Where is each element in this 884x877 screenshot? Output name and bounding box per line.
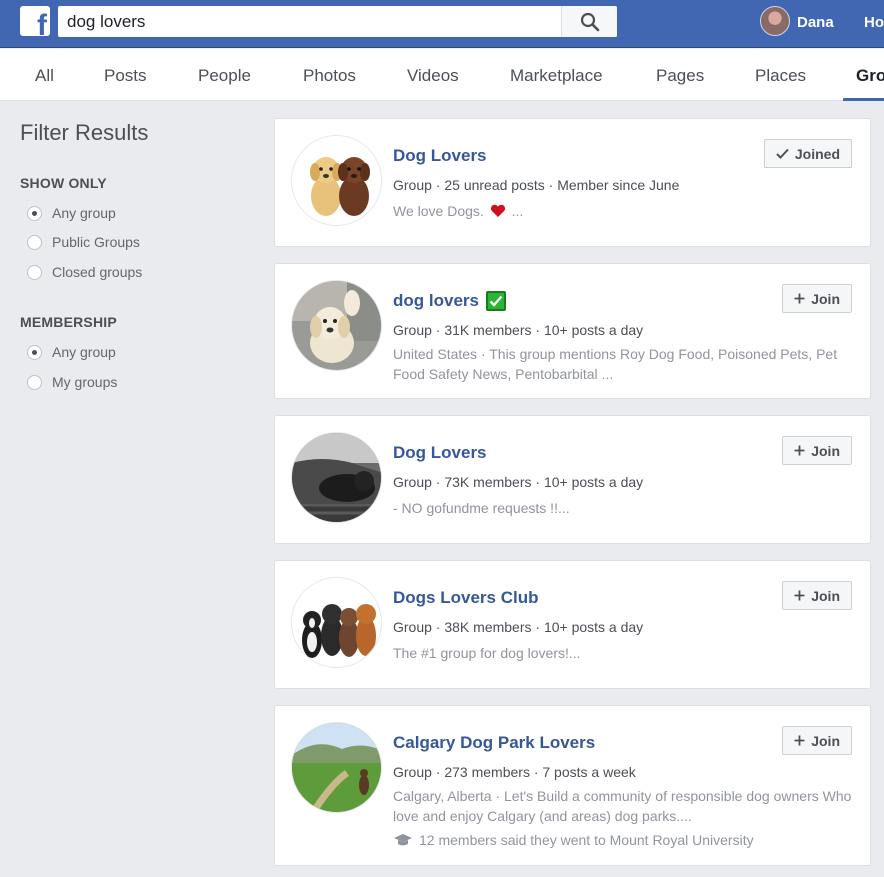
group-description: United States · This group mentions Roy … <box>393 346 838 382</box>
mutual-info: 12 members said they went to Mount Royal… <box>393 832 754 848</box>
group-name-link[interactable]: Calgary Dog Park Lovers <box>393 733 595 753</box>
group-result-card: Calgary Dog Park Lovers Group · 273 memb… <box>274 705 871 866</box>
facebook-logo-icon[interactable]: f <box>20 6 50 36</box>
radio-button[interactable] <box>27 205 42 221</box>
join-button[interactable]: Join <box>782 726 852 755</box>
radio-button[interactable] <box>27 374 42 390</box>
join-button[interactable]: Join <box>782 581 852 610</box>
group-name-link[interactable]: Dog Lovers <box>393 443 487 463</box>
graduation-cap-icon <box>394 834 412 846</box>
show-only-heading: SHOW ONLY <box>20 175 107 191</box>
filter-closed-groups[interactable]: Closed groups <box>27 263 142 281</box>
group-name-link[interactable]: Dogs Lovers Club <box>393 588 538 608</box>
group-result-card: Dogs Lovers Club Group · 38K members · 1… <box>274 560 871 689</box>
tab-marketplace[interactable]: Marketplace <box>510 66 603 86</box>
join-button[interactable]: Join <box>782 284 852 313</box>
filter-results-title: Filter Results <box>20 120 149 145</box>
group-description: Calgary, Alberta · Let's Build a communi… <box>393 788 852 824</box>
radio-label: My groups <box>52 374 118 390</box>
radio-label: Any group <box>52 205 116 221</box>
group-photo[interactable] <box>291 577 382 668</box>
group-description: We love Dogs. ... <box>393 203 524 219</box>
group-meta: Group · 273 members · 7 posts a week <box>393 764 636 780</box>
tab-photos[interactable]: Photos <box>303 66 356 86</box>
plus-icon <box>794 293 805 304</box>
group-result-card: Dog Lovers Group · 73K members · 10+ pos… <box>274 415 871 544</box>
tab-people[interactable]: People <box>198 66 251 86</box>
plus-icon <box>794 735 805 746</box>
group-description: - NO gofundme requests !!... <box>393 500 570 516</box>
heart-emoji-icon <box>490 204 505 217</box>
radio-label: Closed groups <box>52 264 143 280</box>
radio-button[interactable] <box>27 344 42 360</box>
tab-places[interactable]: Places <box>755 66 806 86</box>
group-meta: Group · 25 unread posts · Member since J… <box>393 177 680 193</box>
tab-groups[interactable]: Groups <box>856 66 884 86</box>
group-meta: Group · 73K members · 10+ posts a day <box>393 474 644 490</box>
check-mark-emoji-icon <box>485 291 506 311</box>
group-photo[interactable] <box>291 722 382 813</box>
checkmark-icon <box>776 148 789 159</box>
tab-posts[interactable]: Posts <box>104 66 147 86</box>
search-button[interactable] <box>561 6 617 37</box>
tab-pages[interactable]: Pages <box>656 66 704 86</box>
tab-all[interactable]: All <box>35 66 54 86</box>
filter-public-groups[interactable]: Public Groups <box>27 233 140 251</box>
home-link[interactable]: Home <box>864 14 884 31</box>
group-result-card: Dog Lovers Group · 25 unread posts · Mem… <box>274 118 871 247</box>
radio-label: Any group <box>52 344 116 360</box>
plus-icon <box>794 445 805 456</box>
radio-button[interactable] <box>27 234 42 250</box>
group-photo[interactable] <box>291 432 382 523</box>
group-meta: Group · 38K members · 10+ posts a day <box>393 619 644 635</box>
active-tab-indicator <box>843 98 884 101</box>
membership-any-group[interactable]: Any group <box>27 343 116 361</box>
user-avatar[interactable] <box>760 6 790 36</box>
search-box <box>58 6 617 37</box>
group-result-card: dog lovers Group · 31K members · 10+ pos… <box>274 263 871 399</box>
search-input[interactable] <box>58 6 558 37</box>
membership-my-groups[interactable]: My groups <box>27 373 117 391</box>
group-photo[interactable] <box>291 135 382 226</box>
joined-button[interactable]: Joined <box>763 139 852 168</box>
group-description: The #1 group for dog lovers!... <box>393 645 581 661</box>
group-name-link[interactable]: Dog Lovers <box>393 146 487 166</box>
group-name-link[interactable]: dog lovers <box>393 291 506 311</box>
join-button[interactable]: Join <box>782 436 852 465</box>
top-navigation-bar: f Dana Home <box>0 0 884 48</box>
group-meta: Group · 31K members · 10+ posts a day <box>393 322 644 338</box>
radio-label: Public Groups <box>52 234 140 250</box>
tab-videos[interactable]: Videos <box>407 66 459 86</box>
search-filter-tabs: All Posts People Photos Videos Marketpla… <box>0 49 884 101</box>
filter-any-group[interactable]: Any group <box>27 204 116 222</box>
search-icon <box>580 12 599 31</box>
user-name-link[interactable]: Dana <box>797 14 834 31</box>
radio-button[interactable] <box>27 264 42 280</box>
membership-heading: MEMBERSHIP <box>20 314 117 330</box>
group-photo[interactable] <box>291 280 382 371</box>
plus-icon <box>794 590 805 601</box>
